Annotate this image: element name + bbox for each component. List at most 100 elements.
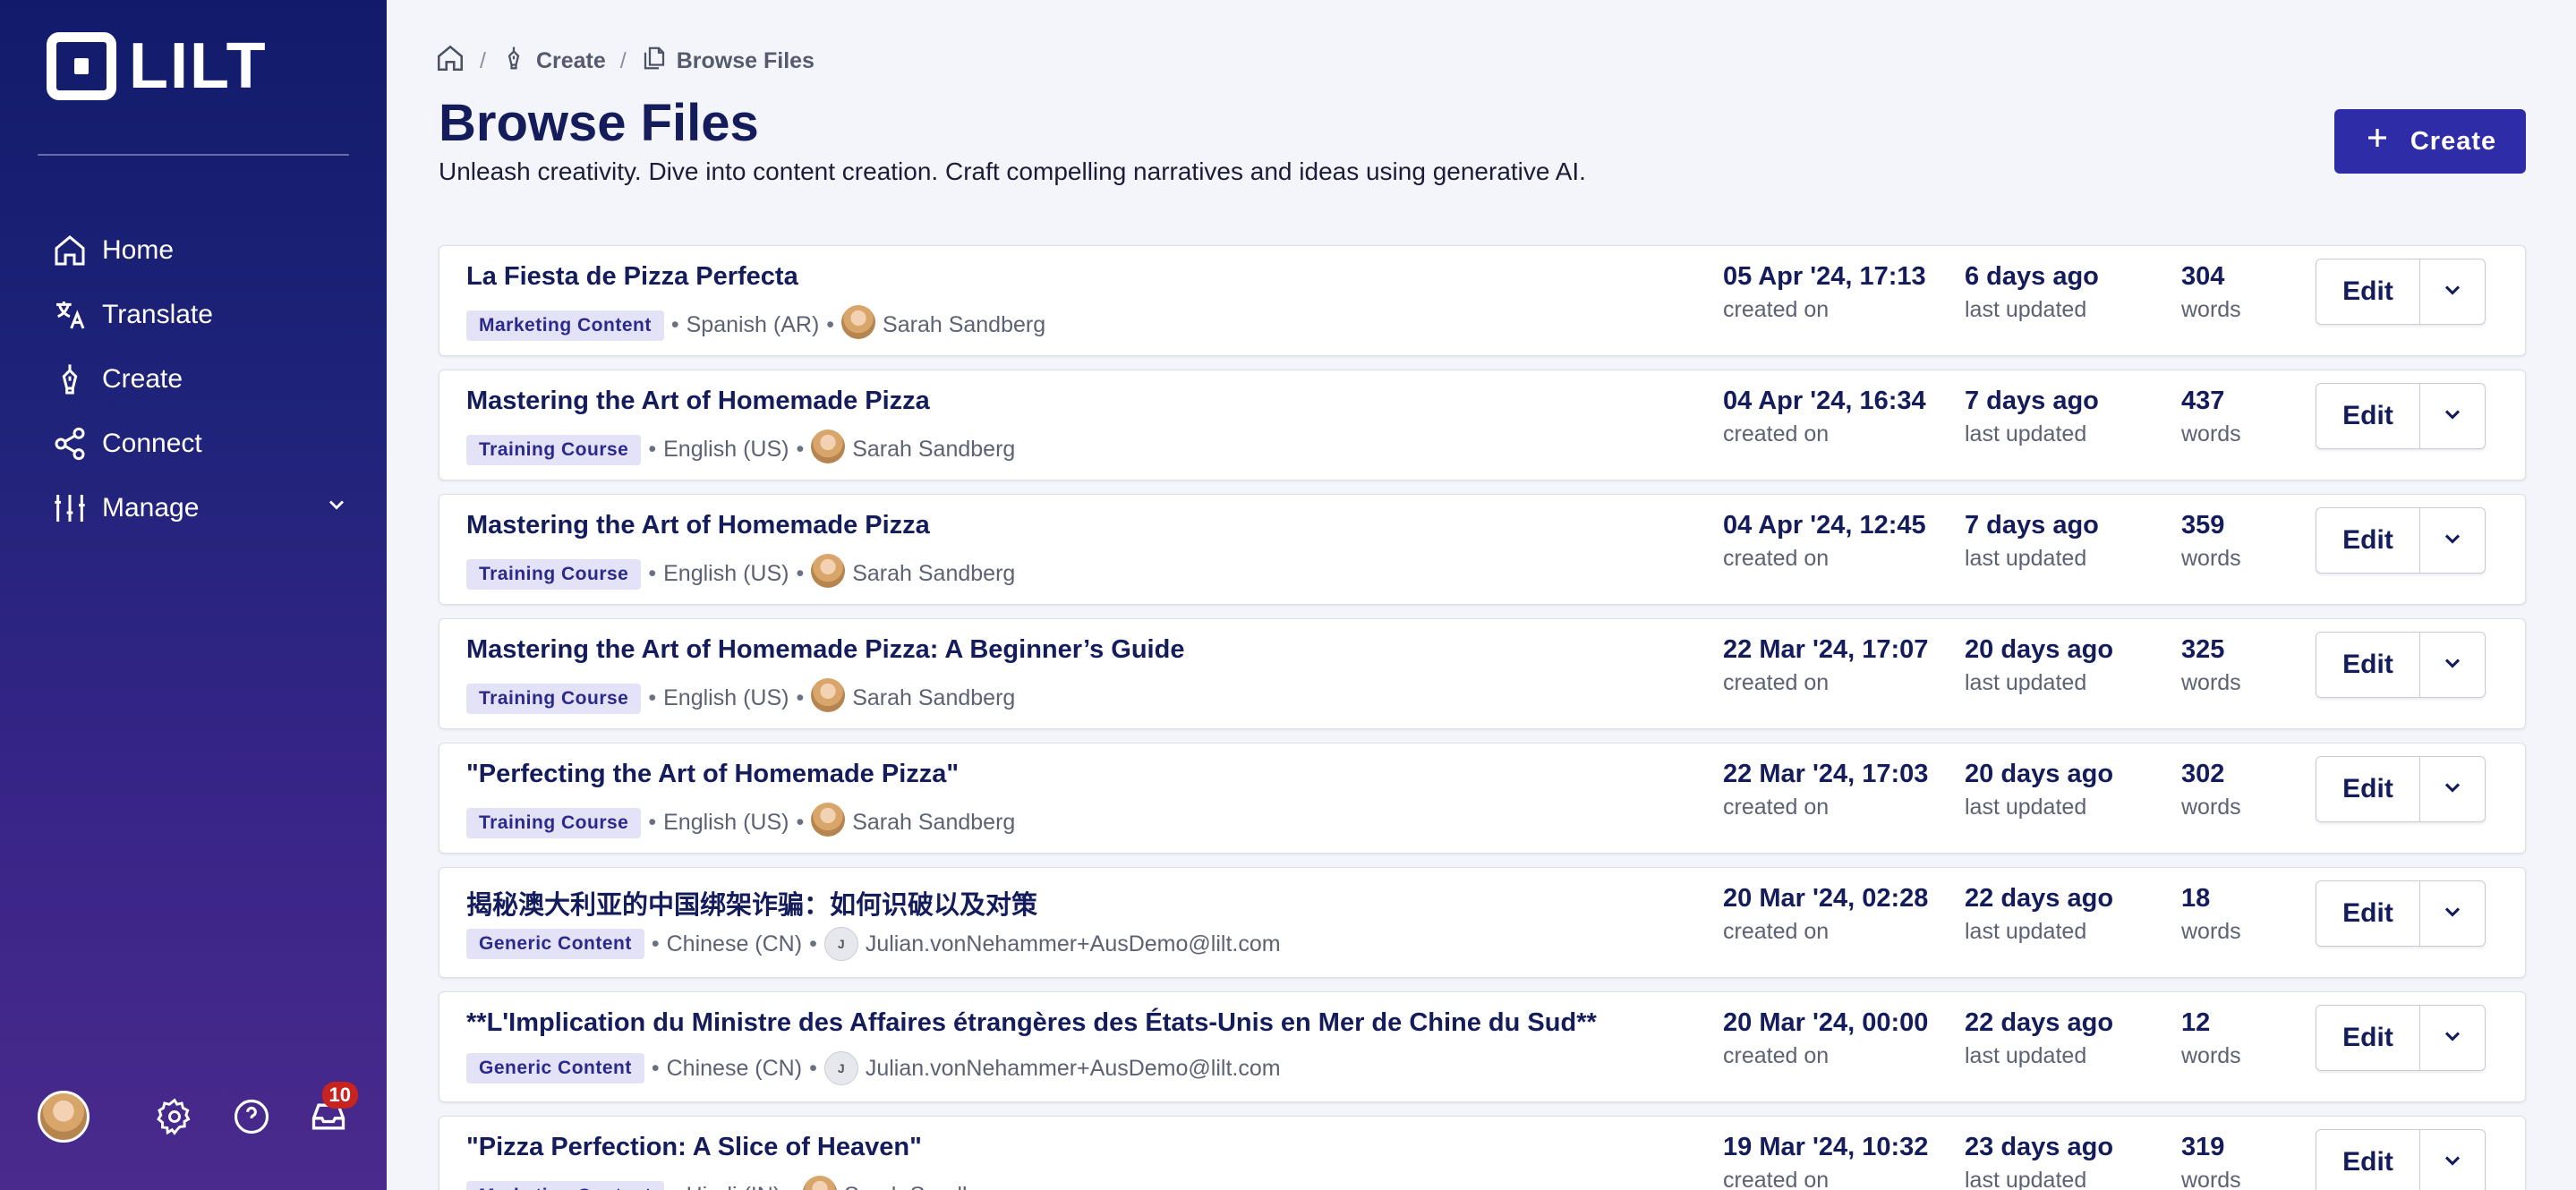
edit-button[interactable]: Edit	[2316, 757, 2420, 821]
file-meta: Training Course • English (US) • Sarah S…	[466, 429, 1015, 470]
separator-dot: •	[648, 437, 657, 462]
separator-dot: •	[826, 312, 835, 337]
chevron-down-icon[interactable]	[324, 492, 349, 524]
files-icon	[641, 45, 668, 78]
sidebar-item-manage[interactable]: Manage	[50, 476, 354, 540]
avatar	[811, 554, 846, 588]
created-date: 22 Mar '24, 17:07	[1723, 635, 1929, 664]
sidebar-item-translate[interactable]: Translate	[50, 283, 354, 347]
file-title[interactable]: "Perfecting the Art of Homemade Pizza"	[466, 760, 959, 789]
word-count: 325	[2181, 635, 2225, 664]
created-column: 04 Apr '24, 16:34 created on	[1723, 387, 1926, 447]
words-column: 325 words	[2181, 635, 2241, 696]
footer-icons: 10	[154, 1082, 358, 1137]
create-button-label: Create	[2410, 126, 2497, 156]
updated-date: 7 days ago	[1965, 511, 2099, 540]
edit-dropdown-button[interactable]	[2420, 757, 2485, 821]
file-owner: Sarah Sandberg	[852, 810, 1016, 835]
breadcrumb-label: Create	[535, 48, 606, 73]
edit-button[interactable]: Edit	[2316, 633, 2420, 697]
sidebar-item-home[interactable]: Home	[50, 218, 354, 283]
inbox-icon[interactable]: 10	[308, 1082, 358, 1137]
breadcrumb-home[interactable]	[435, 43, 465, 80]
updated-label: last updated	[1965, 1168, 2087, 1190]
lilt-logo[interactable]: LILT	[47, 32, 268, 100]
file-owner: Sarah Sandberg	[852, 437, 1016, 462]
created-column: 04 Apr '24, 12:45 created on	[1723, 511, 1926, 572]
file-owner: Sarah Sandberg	[852, 685, 1016, 710]
edit-dropdown-button[interactable]	[2420, 259, 2485, 324]
help-icon[interactable]	[231, 1096, 272, 1137]
page-subtitle: Unleash creativity. Dive into content cr…	[439, 157, 1586, 185]
sidebar-item-create[interactable]: Create	[50, 347, 354, 412]
file-row[interactable]: La Fiesta de Pizza Perfecta Marketing Co…	[439, 245, 2526, 356]
words-column: 18 words	[2181, 884, 2241, 945]
edit-dropdown-button[interactable]	[2420, 1006, 2485, 1070]
updated-date: 20 days ago	[1965, 635, 2114, 664]
updated-label: last updated	[1965, 421, 2087, 446]
sidebar-divider	[38, 154, 349, 156]
file-owner: Sarah Sandberg	[883, 312, 1046, 337]
file-title[interactable]: Mastering the Art of Homemade Pizza	[466, 511, 930, 540]
file-row[interactable]: "Perfecting the Art of Homemade Pizza" T…	[439, 743, 2526, 854]
created-label: created on	[1723, 919, 1830, 944]
words-label: words	[2181, 795, 2241, 820]
separator-dot: •	[648, 561, 657, 586]
chevron-down-icon	[2440, 899, 2465, 929]
avatar	[811, 429, 846, 463]
updated-date: 22 days ago	[1965, 884, 2114, 913]
file-list: La Fiesta de Pizza Perfecta Marketing Co…	[439, 245, 2526, 1190]
file-row[interactable]: 揭秘澳大利亚的中国绑架诈骗：如何识破以及对策 Generic Content •…	[439, 867, 2526, 978]
file-row[interactable]: **L'Implication du Ministre des Affaires…	[439, 991, 2526, 1102]
owner-avatar: J	[823, 927, 858, 961]
gear-icon[interactable]	[154, 1096, 195, 1137]
edit-dropdown-button[interactable]	[2420, 508, 2485, 573]
main-content: / Create / Browse Files Browse Files Unl…	[387, 0, 2576, 1190]
file-title[interactable]: 揭秘澳大利亚的中国绑架诈骗：如何识破以及对策	[466, 884, 1037, 922]
user-avatar[interactable]	[38, 1091, 90, 1143]
updated-label: last updated	[1965, 297, 2087, 322]
file-row[interactable]: Mastering the Art of Homemade Pizza: A B…	[439, 618, 2526, 729]
separator-dot: •	[651, 1055, 660, 1081]
updated-label: last updated	[1965, 1043, 2087, 1068]
separator-dot: •	[651, 931, 660, 956]
file-row[interactable]: Mastering the Art of Homemade Pizza Trai…	[439, 370, 2526, 480]
content-type-tag: Training Course	[466, 558, 642, 590]
file-title[interactable]: La Fiesta de Pizza Perfecta	[466, 262, 798, 292]
edit-button-group: Edit	[2316, 1129, 2486, 1190]
edit-button[interactable]: Edit	[2316, 508, 2420, 573]
content-type-tag: Training Course	[466, 807, 642, 838]
updated-column: 7 days ago last updated	[1965, 387, 2099, 447]
separator-dot: •	[796, 561, 805, 586]
file-title[interactable]: Mastering the Art of Homemade Pizza: A B…	[466, 635, 1184, 665]
words-column: 359 words	[2181, 511, 2241, 572]
edit-button[interactable]: Edit	[2316, 1130, 2420, 1190]
content-type-tag: Training Course	[466, 434, 642, 465]
word-count: 359	[2181, 511, 2225, 540]
separator-dot: •	[796, 437, 805, 462]
breadcrumb-create[interactable]: Create	[500, 45, 606, 78]
edit-dropdown-button[interactable]	[2420, 633, 2485, 697]
edit-dropdown-button[interactable]	[2420, 881, 2485, 946]
chevron-down-icon	[2440, 775, 2465, 804]
file-language: English (US)	[663, 810, 789, 835]
sidebar-item-label: Connect	[102, 429, 202, 458]
file-row[interactable]: "Pizza Perfection: A Slice of Heaven" Ma…	[439, 1116, 2526, 1190]
sidebar-item-label: Translate	[102, 300, 213, 329]
breadcrumb: / Create / Browse Files	[435, 43, 815, 80]
edit-button[interactable]: Edit	[2316, 384, 2420, 448]
edit-dropdown-button[interactable]	[2420, 384, 2485, 448]
updated-column: 23 days ago last updated	[1965, 1133, 2113, 1190]
file-language: Spanish (AR)	[686, 312, 820, 337]
edit-button[interactable]: Edit	[2316, 1006, 2420, 1070]
edit-dropdown-button[interactable]	[2420, 1130, 2485, 1190]
file-row[interactable]: Mastering the Art of Homemade Pizza Trai…	[439, 494, 2526, 605]
edit-button[interactable]: Edit	[2316, 259, 2420, 324]
breadcrumb-separator: /	[619, 48, 627, 73]
create-button[interactable]: Create	[2334, 109, 2526, 174]
file-title[interactable]: "Pizza Perfection: A Slice of Heaven"	[466, 1133, 922, 1162]
edit-button[interactable]: Edit	[2316, 881, 2420, 946]
file-title[interactable]: **L'Implication du Ministre des Affaires…	[466, 1008, 1597, 1038]
file-title[interactable]: Mastering the Art of Homemade Pizza	[466, 387, 930, 416]
sidebar-item-connect[interactable]: Connect	[50, 412, 354, 476]
